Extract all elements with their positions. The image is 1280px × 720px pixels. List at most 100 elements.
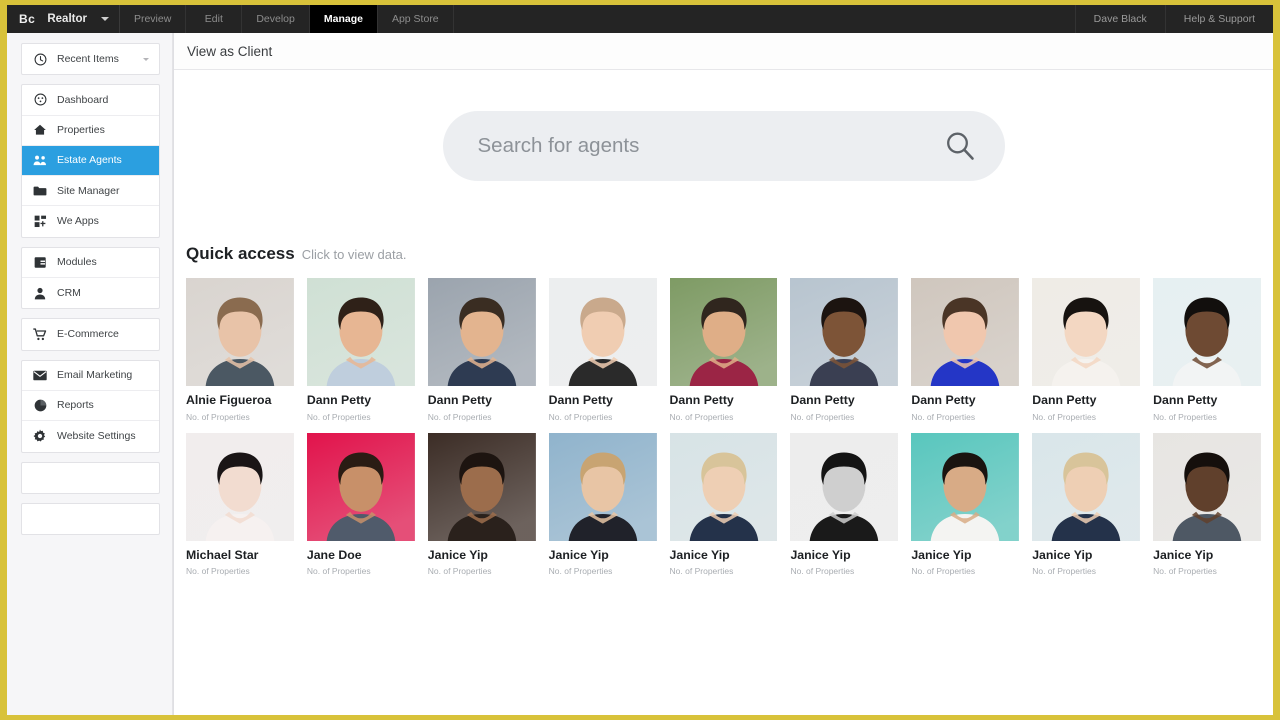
agent-card[interactable]: Dann Petty No. of Properties xyxy=(548,278,657,422)
agent-name: Michael Star xyxy=(186,547,259,562)
agent-photo[interactable] xyxy=(790,432,899,541)
agent-photo[interactable] xyxy=(911,278,1020,386)
envelope-icon xyxy=(31,367,49,383)
agent-photo[interactable] xyxy=(1153,278,1261,386)
tab-preview[interactable]: Preview xyxy=(120,5,187,33)
agent-card[interactable]: Janice Yip No. of Properties xyxy=(790,432,899,577)
agent-properties-count-label: No. of Properties xyxy=(790,566,855,577)
tab-app-store[interactable]: App Store xyxy=(378,5,454,33)
agent-card[interactable]: Dann Petty No. of Properties xyxy=(669,278,778,422)
user-menu-dave-black[interactable]: Dave Black xyxy=(1074,5,1165,33)
agent-card[interactable]: Janice Yip No. of Properties xyxy=(1153,432,1261,577)
sidebar-group-ecommerce: E-Commerce xyxy=(21,318,160,351)
agent-card[interactable]: Janice Yip No. of Properties xyxy=(1032,432,1141,577)
agent-card[interactable]: Dann Petty No. of Properties xyxy=(911,278,1020,422)
brand-block[interactable]: Bc Realtor xyxy=(7,5,120,33)
sidebar-item-dashboard[interactable]: Dashboard xyxy=(22,85,159,116)
agent-photo[interactable] xyxy=(1032,278,1141,386)
sidebar-empty-row xyxy=(22,504,159,534)
sidebar-item-label: Dashboard xyxy=(57,93,109,106)
agent-properties-count-label: No. of Properties xyxy=(1153,411,1217,422)
sidebar-item-we-apps[interactable]: We Apps xyxy=(22,206,159,236)
quick-access-header: Quick access Click to view data. xyxy=(186,244,1273,264)
agent-properties-count-label: No. of Properties xyxy=(1032,566,1096,577)
agent-card[interactable]: Dann Petty No. of Properties xyxy=(306,278,415,422)
agent-card[interactable]: Jane Doe No. of Properties xyxy=(306,432,415,577)
top-nav-tabs: Preview Edit Develop Manage App Store xyxy=(120,5,454,33)
agent-photo[interactable] xyxy=(186,278,294,386)
search-icon[interactable] xyxy=(943,129,977,163)
agent-photo[interactable] xyxy=(548,278,657,386)
agent-card[interactable]: Dann Petty No. of Properties xyxy=(1032,278,1141,422)
sidebar-group-modules: Modules CRM xyxy=(21,246,160,310)
agent-name: Janice Yip xyxy=(669,547,730,562)
people-icon xyxy=(31,153,49,169)
sidebar-item-label: E-Commerce xyxy=(57,328,119,341)
agent-properties-count-label: No. of Properties xyxy=(669,566,734,577)
sidebar-empty-row xyxy=(22,463,159,493)
agent-card[interactable]: Janice Yip No. of Properties xyxy=(669,432,778,577)
tab-edit[interactable]: Edit xyxy=(186,5,243,33)
agent-card[interactable]: Dann Petty No. of Properties xyxy=(427,278,536,422)
sidebar-item-properties[interactable]: Properties xyxy=(22,116,159,146)
agent-properties-count-label: No. of Properties xyxy=(1153,566,1217,577)
bc-logo: Bc xyxy=(19,12,36,26)
agent-photo[interactable] xyxy=(1032,432,1141,541)
agent-photo[interactable] xyxy=(1153,432,1261,541)
search-input[interactable] xyxy=(477,134,943,158)
quick-access-subtitle: Click to view data. xyxy=(301,247,407,262)
tab-manage[interactable]: Manage xyxy=(309,5,378,33)
tab-develop[interactable]: Develop xyxy=(242,5,310,33)
agent-photo[interactable] xyxy=(790,278,899,386)
sidebar-item-modules[interactable]: Modules xyxy=(22,248,159,279)
agent-name: Dann Petty xyxy=(548,393,613,407)
sidebar-item-e-commerce[interactable]: E-Commerce xyxy=(22,319,159,349)
agent-card[interactable]: Michael Star No. of Properties xyxy=(186,432,294,576)
agent-properties-count-label: No. of Properties xyxy=(548,411,613,422)
sidebar-item-label: Email Marketing xyxy=(57,369,133,382)
app-frame: Bc Realtor Preview Edit Develop Manage A… xyxy=(7,5,1273,715)
agent-photo[interactable] xyxy=(306,278,415,386)
agent-properties-count-label: No. of Properties xyxy=(306,411,371,422)
sidebar-group-main: Dashboard Properties Estate Agents Site … xyxy=(21,84,160,238)
sidebar-item-site-manager[interactable]: Site Manager xyxy=(22,176,159,207)
search-bar[interactable] xyxy=(442,111,1005,181)
agent-name: Dann Petty xyxy=(669,393,734,407)
sidebar-item-recent-items[interactable]: Recent Items xyxy=(22,44,159,74)
agent-photo[interactable] xyxy=(427,278,536,386)
chevron-down-icon[interactable] xyxy=(143,57,149,61)
agent-properties-count-label: No. of Properties xyxy=(1032,411,1096,422)
agent-photo[interactable] xyxy=(548,432,657,541)
search-section xyxy=(174,70,1273,181)
sidebar-item-label: Reports xyxy=(57,399,94,412)
agent-name: Jane Doe xyxy=(306,547,362,562)
agent-card[interactable]: Janice Yip No. of Properties xyxy=(548,432,657,576)
agent-name: Dann Petty xyxy=(790,393,855,407)
sidebar-item-email-marketing[interactable]: Email Marketing xyxy=(22,361,159,391)
agent-card[interactable]: Dann Petty No. of Properties xyxy=(1153,278,1261,422)
sidebar-item-crm[interactable]: CRM xyxy=(22,278,159,308)
help-and-support-link[interactable]: Help & Support xyxy=(1164,5,1273,33)
agent-photo[interactable] xyxy=(669,432,778,541)
sidebar-item-reports[interactable]: Reports xyxy=(22,391,159,422)
site-name-label: Realtor xyxy=(47,13,87,25)
agent-card[interactable]: Dann Petty No. of Properties xyxy=(790,278,899,422)
sidebar-item-website-settings[interactable]: Website Settings xyxy=(22,421,159,451)
agent-name: Dann Petty xyxy=(1153,393,1218,407)
agent-grid: Alnie Figueroa No. of Properties Dann Pett… xyxy=(174,278,1273,576)
agent-name: Alnie Figueroa xyxy=(186,393,272,407)
agent-card[interactable]: Alnie Figueroa No. of Properties xyxy=(186,278,294,422)
agent-photo[interactable] xyxy=(306,432,415,541)
agent-properties-count-label: No. of Properties xyxy=(306,566,371,577)
modules-icon xyxy=(31,254,49,270)
agent-photo[interactable] xyxy=(669,278,778,386)
chevron-down-icon[interactable] xyxy=(100,17,109,21)
sidebar-item-estate-agents[interactable]: Estate Agents xyxy=(22,145,159,177)
agent-card[interactable]: Janice Yip No. of Properties xyxy=(911,432,1020,576)
agent-photo[interactable] xyxy=(911,432,1020,541)
main-panel: View as Client Quick xyxy=(173,33,1273,715)
agent-photo[interactable] xyxy=(186,432,294,541)
agent-card[interactable]: Janice Yip No. of Properties xyxy=(427,432,536,576)
apps-icon xyxy=(31,214,49,230)
agent-photo[interactable] xyxy=(427,432,536,541)
